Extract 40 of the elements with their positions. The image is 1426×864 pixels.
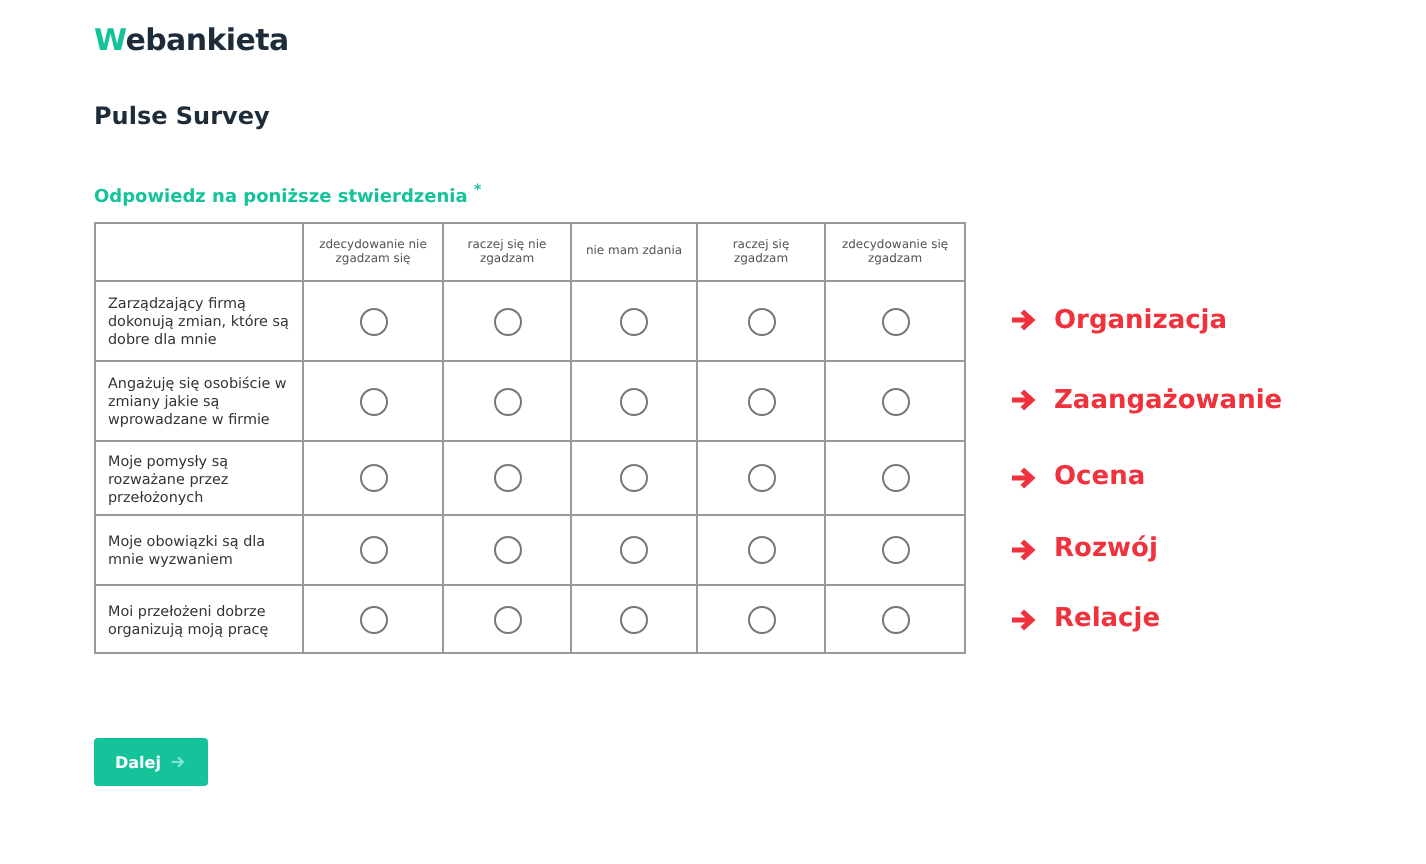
- radio-button[interactable]: [620, 536, 648, 564]
- category-label: Zaangażowanie: [1054, 385, 1283, 415]
- radio-button[interactable]: [881, 387, 909, 415]
- radio-button[interactable]: [493, 605, 521, 633]
- radio-button[interactable]: [747, 464, 775, 492]
- radio-button[interactable]: [881, 536, 909, 564]
- radio-button[interactable]: [359, 536, 387, 564]
- radio-button[interactable]: [620, 307, 648, 335]
- radio-button[interactable]: [493, 536, 521, 564]
- arrow-icon: [1010, 308, 1038, 332]
- radio-button[interactable]: [493, 307, 521, 335]
- arrow-icon: [1010, 465, 1038, 489]
- question-text: Odpowiedz na poniższe stwierdzenia $^{*}$: [94, 182, 482, 208]
- radio-button[interactable]: [747, 605, 775, 633]
- radio-button[interactable]: [881, 605, 909, 633]
- logo: Webankieta: [94, 22, 289, 58]
- arrow-icon: [1010, 607, 1038, 631]
- category-label: Ocena: [1054, 462, 1146, 492]
- radio-button[interactable]: [881, 307, 909, 335]
- arrow-icon: [1010, 537, 1038, 561]
- radio-button[interactable]: [359, 387, 387, 415]
- radio-button[interactable]: [620, 464, 648, 492]
- radio-button[interactable]: [493, 464, 521, 492]
- radio-button[interactable]: [747, 387, 775, 415]
- arrow-icon: [170, 754, 187, 770]
- next-button[interactable]: Dalej: [94, 738, 208, 786]
- radio-button[interactable]: [881, 464, 909, 492]
- radio-button[interactable]: [493, 387, 521, 415]
- radio-button[interactable]: [620, 387, 648, 415]
- radio-button[interactable]: [359, 307, 387, 335]
- radio-button[interactable]: [359, 464, 387, 492]
- category-label: Relacje: [1054, 604, 1161, 634]
- radio-button[interactable]: [747, 536, 775, 564]
- radio-button[interactable]: [620, 605, 648, 633]
- survey-title: Pulse Survey: [94, 102, 272, 130]
- radio-button[interactable]: [359, 605, 387, 633]
- category-label: Organizacja: [1054, 305, 1228, 335]
- radio-button[interactable]: [747, 307, 775, 335]
- arrow-icon: [1010, 388, 1038, 412]
- category-label: Rozwój: [1054, 534, 1158, 564]
